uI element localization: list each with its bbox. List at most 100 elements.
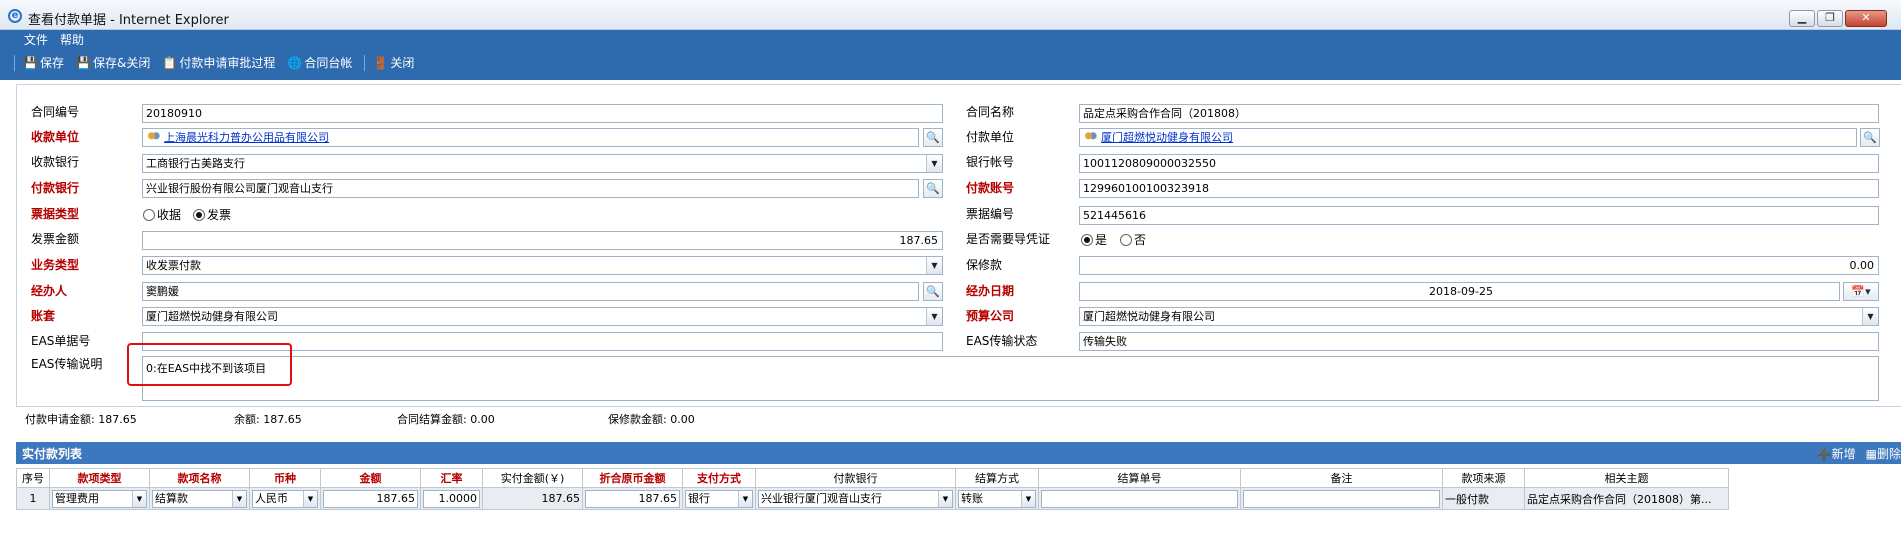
menu-bar: 文件 帮助 [24,31,84,48]
payer-bank-search-button[interactable]: 🔍 [923,179,943,198]
amount-input[interactable]: 187.65 [323,489,418,508]
delete-row-button[interactable]: ▦删除 [1866,445,1901,462]
window-title: 查看付款单据 - Internet Explorer [28,13,229,28]
add-row-button[interactable]: ➕新增 [1817,445,1856,462]
close-button[interactable]: 🚪 关闭 [373,54,414,71]
source-cell: 一般付款 [1442,487,1525,510]
save-close-button[interactable]: 💾 保存&关闭 [76,54,150,71]
menu-toolbar-area: 文件 帮助 💾 保存 💾 保存&关闭 📋 付款申请审批过程 🌐 合同台帐 🚪 关闭 [0,30,1901,80]
eas-doc-no-label: EAS单据号 [31,334,91,348]
chevron-down-icon[interactable]: ▼ [926,257,942,274]
contract-name-field[interactable]: 品定点采购合作合同（201808） [1079,104,1879,123]
cell-index: 1 [16,487,50,510]
chevron-down-icon[interactable]: ▼ [926,308,942,325]
payment-table: 序号 款项类型 款项名称 币种 金额 汇率 实付金额(￥) 折合原币金额 支付方… [16,468,1729,510]
highlight-box [127,343,292,386]
contract-name-label: 合同名称 [966,105,1015,119]
handler-search-button[interactable]: 🔍 [923,282,943,301]
remark-input[interactable] [1243,489,1440,508]
retention-amount-summary: 保修款金额: 0.00 [608,413,695,426]
pay-bank-select[interactable]: 兴业银行厦门观音山支行 ▼ [758,489,953,508]
toolbar: 💾 保存 💾 保存&关闭 📋 付款申请审批过程 🌐 合同台帐 🚪 关闭 [14,54,426,71]
converted-amount-input[interactable]: 187.65 [585,489,680,508]
col-header: 币种 [249,468,321,488]
settle-no-input[interactable] [1041,489,1238,508]
chevron-down-icon[interactable]: ▼ [1862,308,1878,325]
payer-unit-label: 付款单位 [966,130,1015,144]
ledger-select[interactable]: 厦门超燃悦动健身有限公司 ▼ [142,307,943,326]
col-header: 款项来源 [1442,468,1525,488]
search-icon: 🔍 [926,182,940,195]
budget-company-select[interactable]: 厦门超燃悦动健身有限公司 ▼ [1079,307,1879,326]
payee-bank-select[interactable]: 工商银行古美路支行 ▼ [142,154,943,173]
col-header: 结算单号 [1038,468,1241,488]
need-voucher-yes-radio[interactable]: 是 [1081,231,1107,248]
actual-amount-cell: 187.65 [482,487,583,510]
contract-no-field[interactable]: 20180910 [142,104,943,123]
payer-search-button[interactable]: 🔍 [1860,128,1880,147]
payer-bank-label: 付款银行 [31,181,80,195]
col-header: 支付方式 [682,468,756,488]
save-close-icon: 💾 [76,55,91,70]
payee-search-button[interactable]: 🔍 [923,128,943,147]
col-header: 备注 [1240,468,1443,488]
contract-ledger-button[interactable]: 🌐 合同台帐 [287,54,352,71]
payee-unit-link[interactable]: 上海晨光科力普办公用品有限公司 [164,131,329,144]
chevron-down-icon[interactable]: ▼ [132,490,146,507]
payer-unit-link[interactable]: 厦门超燃悦动健身有限公司 [1101,131,1233,144]
floppy-icon: 💾 [23,55,38,70]
table-row[interactable]: 1 管理费用 ▼ 结算款 ▼ 人民币 ▼ 187.65 1.0000 187.65 1… [16,487,1729,510]
bill-type-receipt-radio[interactable]: 收据 [143,206,181,223]
payment-name-select[interactable]: 结算款 ▼ [152,489,247,508]
save-button[interactable]: 💾 保存 [23,54,64,71]
col-header: 序号 [16,468,50,488]
chevron-down-icon[interactable]: ▼ [1021,490,1035,507]
payment-type-select[interactable]: 管理费用 ▼ [52,489,147,508]
rate-input[interactable]: 1.0000 [423,489,480,508]
col-header: 款项名称 [149,468,250,488]
chevron-down-icon[interactable]: ▼ [938,490,952,507]
chevron-down-icon[interactable]: ▼ [303,490,317,507]
business-type-select[interactable]: 收发票付款 ▼ [142,256,943,275]
currency-select[interactable]: 人民币 ▼ [252,489,318,508]
payer-bank-field[interactable]: 兴业银行股份有限公司厦门观音山支行 [142,179,919,198]
invoice-amount-label: 发票金额 [31,232,80,246]
bill-no-label: 票据编号 [966,207,1015,221]
menu-help[interactable]: 帮助 [60,31,84,48]
close-window-button[interactable]: ✕ [1845,10,1887,27]
bill-type-invoice-radio[interactable]: 发票 [193,206,231,223]
retention-field[interactable]: 0.00 [1079,256,1879,275]
settle-method-select[interactable]: 转账 ▼ [958,489,1036,508]
approval-process-button[interactable]: 📋 付款申请审批过程 [162,54,275,71]
chevron-down-icon[interactable]: ▼ [738,490,752,507]
retention-label: 保修款 [966,258,1003,272]
person-icon [147,131,160,143]
invoice-amount-field[interactable]: 187.65 [142,231,943,250]
payee-unit-field[interactable]: 上海晨光科力普办公用品有限公司 [142,128,919,147]
calendar-button[interactable]: 📅▾ [1843,282,1879,301]
payer-unit-field[interactable]: 厦门超燃悦动健身有限公司 [1079,128,1857,147]
eas-desc-textarea[interactable]: 0:在EAS中找不到该项目 [142,356,1879,401]
bill-no-field[interactable]: 521445616 [1079,206,1879,225]
payer-account-field[interactable]: 129960100100323918 [1079,179,1879,198]
payee-unit-label: 收款单位 [31,130,80,144]
contract-no-label: 合同编号 [31,105,80,119]
restore-button[interactable]: ❐ [1817,10,1843,27]
bank-account-field[interactable]: 1001120809000032550 [1079,154,1879,173]
ledger-icon: 🌐 [287,55,303,70]
handle-date-field[interactable]: 2018-09-25 [1079,282,1840,301]
handler-field[interactable]: 窦鹏媛 [142,282,919,301]
exit-icon: 🚪 [373,55,389,70]
menu-file[interactable]: 文件 [24,31,48,48]
approval-icon: 📋 [162,55,178,70]
need-voucher-no-radio[interactable]: 否 [1120,231,1146,248]
eas-status-field[interactable]: 传输失败 [1079,332,1879,351]
need-voucher-label: 是否需要导凭证 [966,232,1051,246]
payment-list-title: 实付款列表 [22,447,83,461]
minimize-button[interactable]: ▁ [1789,10,1815,27]
col-header: 结算方式 [955,468,1039,488]
related-topic-cell: 品定点采购合作合同（201808）第... [1524,487,1729,510]
pay-method-select[interactable]: 银行 ▼ [685,489,753,508]
chevron-down-icon[interactable]: ▼ [926,155,942,172]
chevron-down-icon[interactable]: ▼ [232,490,246,507]
